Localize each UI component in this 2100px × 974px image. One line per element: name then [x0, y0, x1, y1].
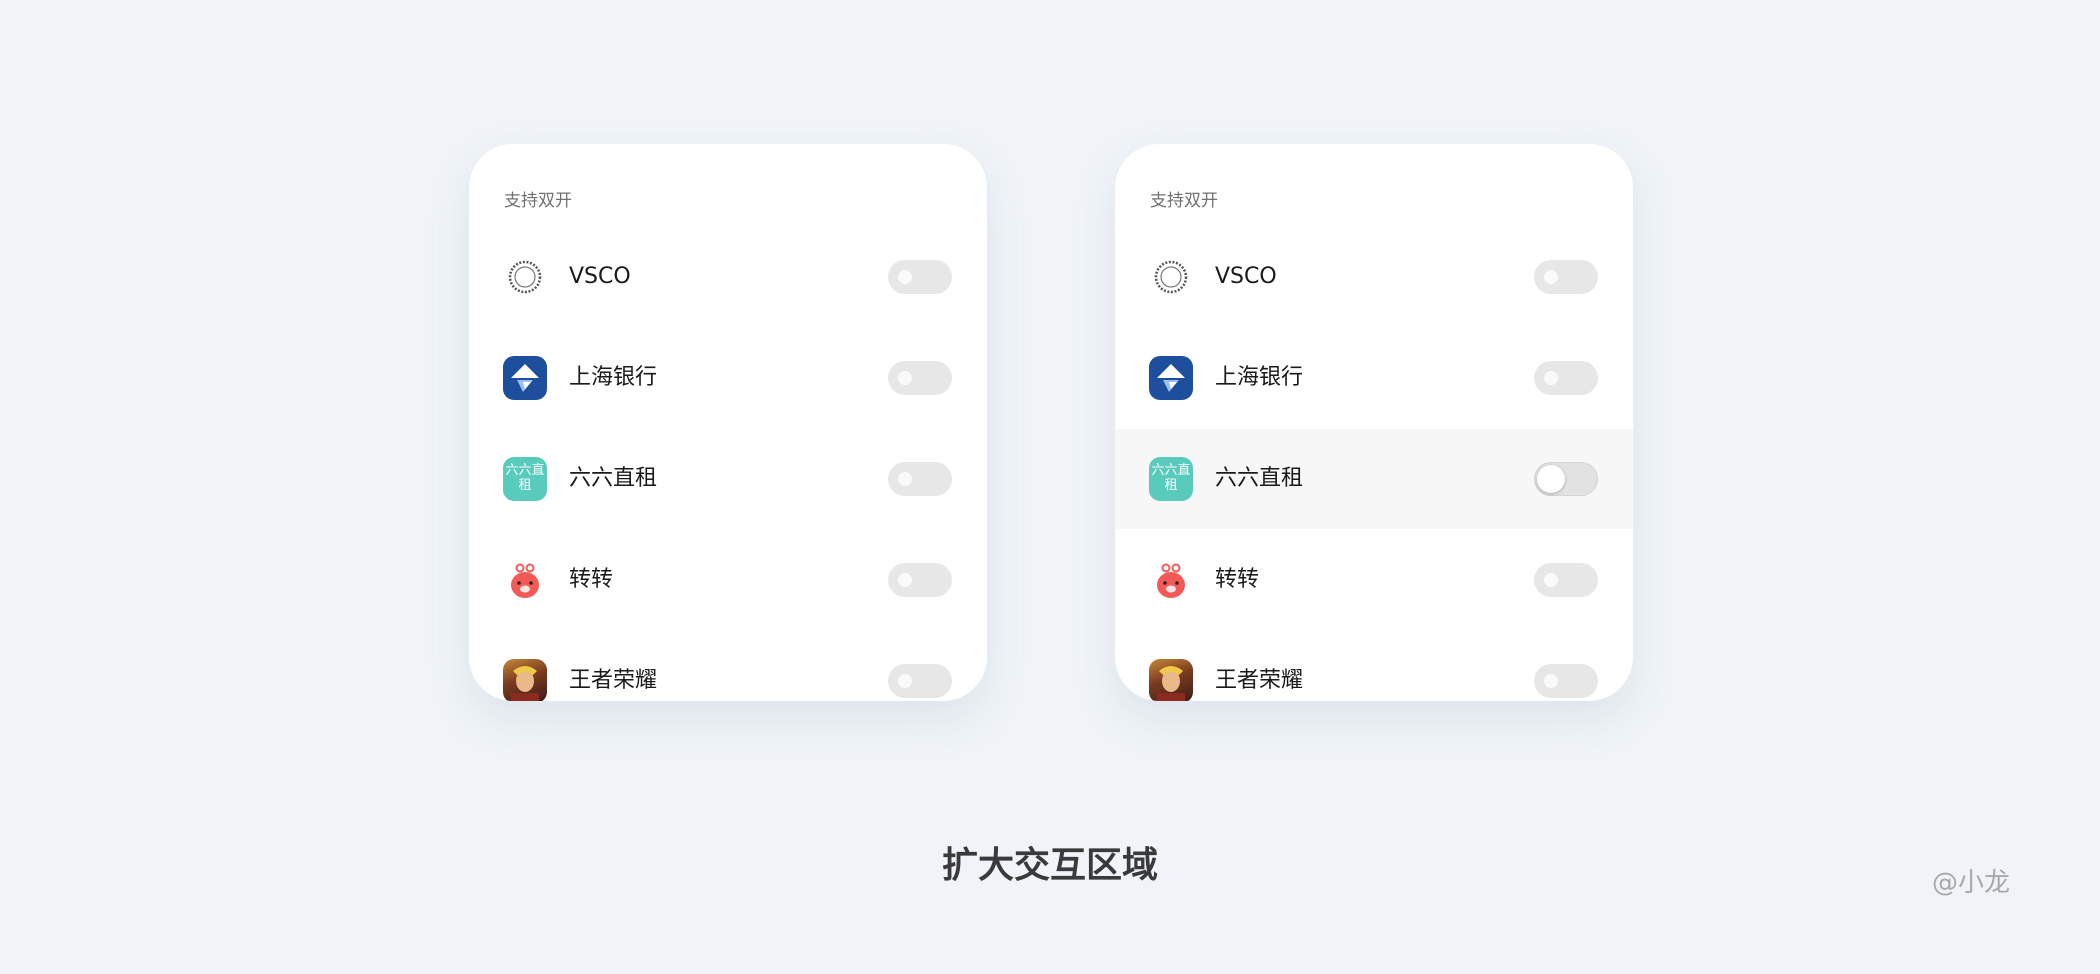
- app-row-liuliu-pressed[interactable]: 六六直租 六六直租: [1115, 429, 1633, 529]
- app-name: 转转: [569, 567, 614, 592]
- app-name: 上海银行: [569, 365, 658, 390]
- section-label: 支持双开: [504, 191, 572, 211]
- app-name: 转转: [1215, 567, 1260, 592]
- dual-app-toggle[interactable]: [1534, 664, 1598, 698]
- settings-card-before: 支持双开 VSCO 上海银行 六六直租 六六直租 转转 王者荣耀: [469, 144, 987, 701]
- toggle-knob: [1544, 371, 1558, 385]
- toggle-knob: [898, 472, 912, 486]
- app-name: 六六直租: [569, 466, 658, 491]
- dual-app-toggle[interactable]: [888, 361, 952, 395]
- app-name: 六六直租: [1215, 466, 1304, 491]
- caption-title: 扩大交互区域: [941, 845, 1158, 886]
- app-name: VSCO: [569, 264, 631, 289]
- toggle-knob: [898, 270, 912, 284]
- section-label: 支持双开: [1150, 191, 1218, 211]
- settings-card-after: 支持双开 VSCO 上海银行 六六直租 六六直租 转转 王者荣耀: [1115, 144, 1633, 701]
- bank-of-shanghai-icon: [1149, 356, 1193, 400]
- zhuanzhuan-icon: [503, 558, 547, 602]
- app-row-liuliu: 六六直租 六六直租: [469, 429, 987, 529]
- app-row-wzry: 王者荣耀: [469, 631, 987, 701]
- app-row-zhuanzhuan: 转转: [469, 530, 987, 630]
- bank-of-shanghai-icon: [503, 356, 547, 400]
- dual-app-toggle[interactable]: [888, 563, 952, 597]
- honor-of-kings-icon: [503, 659, 547, 701]
- dual-app-toggle[interactable]: [888, 664, 952, 698]
- app-name: 上海银行: [1215, 365, 1304, 390]
- app-row-zhuanzhuan[interactable]: 转转: [1115, 530, 1633, 630]
- toggle-knob: [1537, 465, 1565, 493]
- vsco-icon: [503, 255, 547, 299]
- toggle-knob: [1544, 573, 1558, 587]
- app-name: 王者荣耀: [1215, 668, 1304, 693]
- zhuanzhuan-icon: [1149, 558, 1193, 602]
- app-row-vsco[interactable]: VSCO: [1115, 227, 1633, 327]
- app-name: 王者荣耀: [569, 668, 658, 693]
- app-row-bank: 上海银行: [469, 328, 987, 428]
- liuliu-zhizu-icon: 六六直租: [503, 457, 547, 501]
- app-row-wzry[interactable]: 王者荣耀: [1115, 631, 1633, 701]
- toggle-knob: [898, 674, 912, 688]
- toggle-knob: [1544, 270, 1558, 284]
- app-row-bank[interactable]: 上海银行: [1115, 328, 1633, 428]
- author-watermark: @小龙: [1932, 868, 2011, 898]
- dual-app-toggle[interactable]: [888, 462, 952, 496]
- honor-of-kings-icon: [1149, 659, 1193, 701]
- dual-app-toggle[interactable]: [1534, 563, 1598, 597]
- dual-app-toggle[interactable]: [1534, 260, 1598, 294]
- dual-app-toggle[interactable]: [1534, 361, 1598, 395]
- liuliu-zhizu-icon: 六六直租: [1149, 457, 1193, 501]
- vsco-icon: [1149, 255, 1193, 299]
- app-row-vsco: VSCO: [469, 227, 987, 327]
- dual-app-toggle[interactable]: [1534, 462, 1598, 496]
- dual-app-toggle[interactable]: [888, 260, 952, 294]
- toggle-knob: [898, 371, 912, 385]
- app-name: VSCO: [1215, 264, 1277, 289]
- toggle-knob: [898, 573, 912, 587]
- toggle-knob: [1544, 674, 1558, 688]
